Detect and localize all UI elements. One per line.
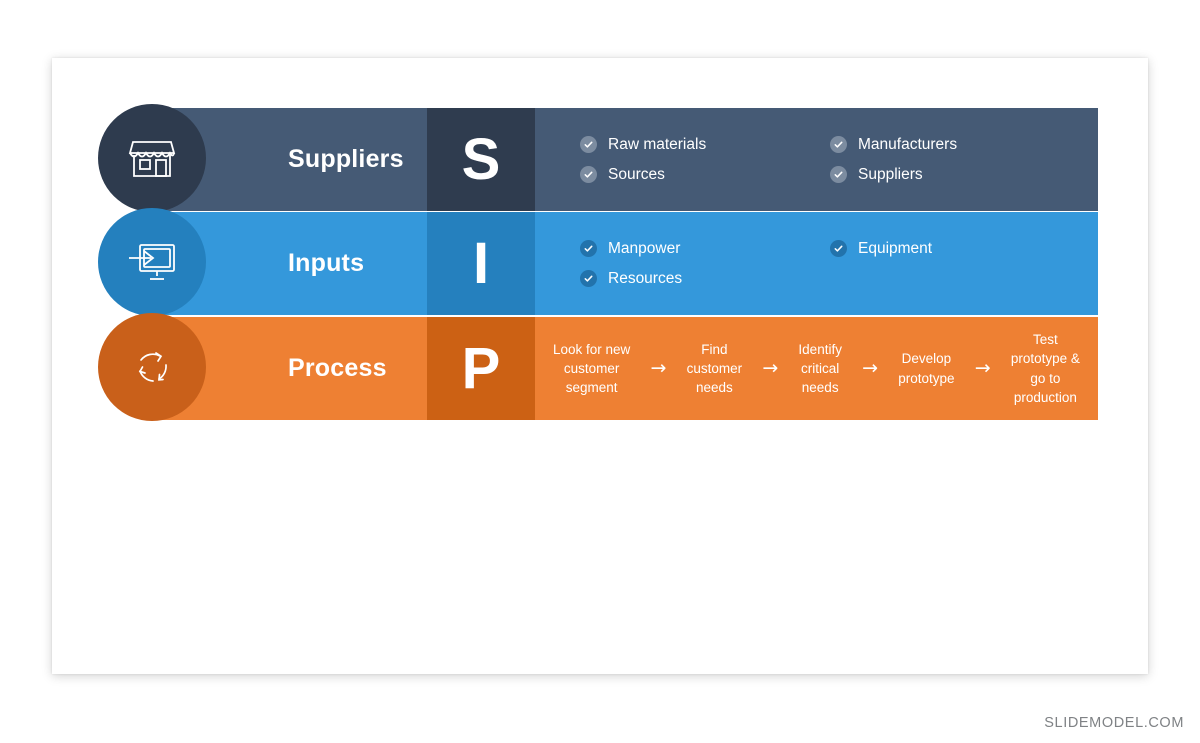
list-item: Suppliers (830, 160, 1080, 190)
process-step: Develop prototype (898, 351, 955, 386)
list-item: Manpower (580, 234, 830, 264)
list-item: Manufacturers (830, 130, 1080, 160)
sipoc-row-inputs: Inputs I Manpower Equipment Resources (98, 208, 1098, 316)
inputs-letter-cell: I (427, 212, 535, 315)
suppliers-icon-circle (98, 104, 206, 212)
suppliers-checklist: Raw materials Manufacturers Sources Supp… (580, 108, 1080, 211)
storefront-icon (128, 136, 176, 180)
arrow-right-icon: → (762, 357, 779, 379)
suppliers-title: Suppliers (288, 145, 404, 173)
process-steps: Look for new customer segment → Find custom… (553, 317, 1080, 420)
list-item-label: Raw materials (608, 135, 707, 153)
check-circle-icon (830, 240, 847, 257)
list-item: Equipment (830, 234, 1080, 264)
arrow-right-icon: → (974, 357, 991, 379)
inputs-content-panel: Manpower Equipment Resources (535, 212, 1098, 315)
suppliers-content-panel: Raw materials Manufacturers Sources Supp… (535, 108, 1098, 211)
slidemodel-watermark: SLIDEMODEL.COM (1044, 715, 1184, 731)
list-item-label: Manpower (608, 239, 681, 257)
check-circle-icon (830, 166, 847, 183)
list-item: Raw materials (580, 130, 830, 160)
sipoc-diagram: Suppliers S Raw materials Manufacturers … (98, 104, 1098, 425)
process-step: Look for new customer segment (553, 341, 631, 396)
list-item: Sources (580, 160, 830, 190)
list-item-label: Resources (608, 269, 683, 287)
process-letter-cell: P (427, 317, 535, 420)
list-item-label: Equipment (858, 239, 933, 257)
process-title: Process (288, 354, 387, 382)
check-circle-icon (580, 136, 597, 153)
list-item: Resources (580, 264, 830, 294)
process-content-panel: Look for new customer segment → Find custom… (535, 317, 1098, 420)
arrow-right-icon: → (862, 357, 879, 379)
sipoc-row-suppliers: Suppliers S Raw materials Manufacturers … (98, 104, 1098, 212)
inputs-checklist: Manpower Equipment Resources (580, 212, 1080, 315)
suppliers-letter-cell: S (427, 108, 535, 211)
arrow-right-icon: → (650, 357, 667, 379)
inputs-letter: I (472, 230, 490, 296)
inputs-icon-circle (98, 208, 206, 316)
slide-card: Suppliers S Raw materials Manufacturers … (52, 58, 1148, 674)
process-step: Test prototype & go to production (1010, 332, 1080, 405)
list-item-label: Sources (608, 165, 665, 183)
sipoc-row-process: Process P Look for new customer segment … (98, 313, 1098, 421)
suppliers-letter: S (461, 126, 501, 192)
list-item-label: Suppliers (858, 165, 923, 183)
process-letter: P (461, 335, 501, 401)
check-circle-icon (580, 166, 597, 183)
check-circle-icon (830, 136, 847, 153)
process-icon-circle (98, 313, 206, 421)
cycle-arrows-icon (129, 344, 175, 390)
list-item-label: Manufacturers (858, 135, 958, 153)
check-circle-icon (580, 240, 597, 257)
process-step: Find customer needs (686, 341, 743, 396)
process-step: Identify critical needs (798, 341, 842, 396)
inputs-title: Inputs (288, 249, 365, 277)
monitor-input-icon (127, 240, 177, 284)
check-circle-icon (580, 270, 597, 287)
